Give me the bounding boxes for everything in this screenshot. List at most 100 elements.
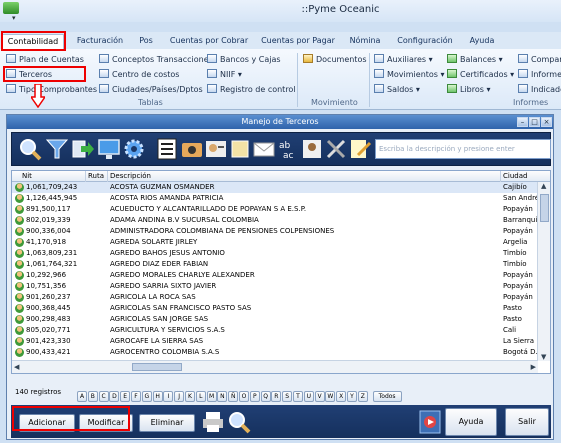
ribbon-certificados[interactable]: Certificados ▾ [447, 68, 514, 81]
letter-filter-button[interactable]: K [185, 391, 195, 402]
salir-button[interactable]: Salir [505, 408, 549, 436]
tab-pos[interactable]: Pos [133, 34, 159, 49]
export-arrow-icon[interactable] [71, 137, 95, 161]
ribbon-plan-de-cuentas[interactable]: Plan de Cuentas [6, 53, 84, 66]
letter-filter-button[interactable]: R [271, 391, 282, 402]
close-icon[interactable]: × [541, 117, 552, 127]
letter-filter-button[interactable]: L [195, 391, 206, 402]
ribbon-libros[interactable]: Libros ▾ [447, 83, 491, 96]
table-row[interactable]: 10,751,356 AGREDO SARRIA SIXTO JAVIER Popa… [12, 281, 538, 292]
ribbon-documentos[interactable]: Documentos [303, 53, 367, 66]
edit-note-icon[interactable] [348, 137, 372, 161]
ribbon-conceptos-transacciones[interactable]: Conceptos Transacciones [99, 53, 213, 66]
document-stack-icon[interactable] [228, 137, 252, 161]
letter-filter-button[interactable]: A [77, 391, 87, 402]
ribbon-registro-de-control[interactable]: Registro de control [207, 83, 296, 96]
tab-cuentas-por-pagar[interactable]: Cuentas por Pagar [258, 34, 338, 49]
quick-access-dropdown-icon[interactable]: ▾ [12, 14, 16, 22]
ribbon-ciudades[interactable]: Ciudades/Países/Dptos [99, 83, 203, 96]
table-row[interactable]: 1,061,709,243 ACOSTA GUZMAN OSMANDER Cajib… [12, 182, 538, 193]
table-row[interactable]: 900,336,004 ADMINISTRADORA COLOMBIANA DE … [12, 226, 538, 237]
column-header-ruta[interactable]: Ruta [86, 171, 108, 182]
envelope-icon[interactable] [252, 137, 276, 161]
letter-filter-button[interactable]: H [152, 391, 163, 402]
table-row[interactable]: 1,126,445,945 ACOSTA RIOS AMANDA PATRICIA… [12, 193, 538, 204]
tab-configuracion[interactable]: Configuración [393, 34, 457, 49]
column-header-ciudad[interactable]: Ciudad [501, 171, 550, 182]
column-header-nit[interactable]: Nit [12, 171, 86, 182]
spellcheck-icon[interactable]: abac [276, 137, 300, 161]
table-row[interactable]: 901,260,237 AGRICOLA LA ROCA SAS Popayán [12, 292, 538, 303]
letter-filter-button[interactable]: Ñ [228, 391, 239, 402]
ribbon-niif[interactable]: NIIF ▾ [207, 68, 242, 81]
search-input[interactable]: Escriba la descripción y presione enter [375, 139, 551, 159]
column-header-descripcion[interactable]: Descripción [108, 171, 501, 182]
ayuda-button[interactable]: Ayuda [445, 408, 497, 436]
tools-icon[interactable] [324, 137, 348, 161]
letter-filter-button[interactable]: B [87, 391, 98, 402]
letter-filter-button[interactable]: D [109, 391, 120, 402]
table-row[interactable]: 805,020,771 AGRICULTURA Y SERVICIOS S.A.S… [12, 325, 538, 336]
letter-filter-button[interactable]: U [303, 391, 314, 402]
letter-filter-button[interactable]: Y [347, 391, 357, 402]
scroll-down-icon[interactable]: ▼ [541, 353, 546, 361]
letter-filter-button[interactable]: Q [260, 391, 271, 402]
video-help-icon[interactable] [419, 410, 441, 434]
filter-icon[interactable] [45, 137, 69, 161]
letter-filter-button[interactable]: M [206, 391, 217, 402]
horizontal-scroll-thumb[interactable] [132, 363, 182, 371]
table-row[interactable]: 901,423,330 AGROCAFE LA SIERRA SAS La Sier… [12, 336, 538, 347]
letter-filter-button[interactable]: V [314, 391, 325, 402]
table-row[interactable]: 1,063,809,231 AGREDO BAHOS JESUS ANTONIO T… [12, 248, 538, 259]
ribbon-movimientos[interactable]: Movimientos ▾ [374, 68, 445, 81]
letter-filter-button[interactable]: X [336, 391, 347, 402]
table-row[interactable]: 900,433,421 AGROCENTRO COLOMBIA S.A.S Bogo… [12, 347, 538, 358]
tab-ayuda[interactable]: Ayuda [464, 34, 500, 49]
table-row[interactable]: 900,368,445 AGRICOLAS SAN FRANCISCO PASTO… [12, 303, 538, 314]
ribbon-indicado[interactable]: Indicado [518, 83, 561, 96]
monitor-icon[interactable] [97, 137, 121, 161]
letter-filter-button[interactable]: N [217, 391, 228, 402]
list-icon[interactable] [155, 137, 179, 161]
ribbon-tipo-comprobantes[interactable]: Tipo Comprobantes [6, 83, 97, 96]
ribbon-saldos[interactable]: Saldos ▾ [374, 83, 420, 96]
ribbon-compara[interactable]: Compara [518, 53, 561, 66]
tab-cuentas-por-cobrar[interactable]: Cuentas por Cobrar [168, 34, 250, 49]
table-row[interactable]: 900,298,483 AGRICOLAS SAN JORGE SAS Pasto [12, 314, 538, 325]
letter-filter-button[interactable]: I [163, 391, 174, 402]
table-row[interactable]: 1,061,764,321 AGREDO DIAZ EDER FABIAN Timb… [12, 259, 538, 270]
letter-filter-button[interactable]: O [239, 391, 249, 402]
letter-filter-button[interactable]: P [249, 391, 260, 402]
table-row[interactable]: 802,019,339 ADAMA ANDINA B.V SUCURSAL COL… [12, 215, 538, 226]
maximize-icon[interactable]: □ [529, 117, 540, 127]
table-row[interactable]: 41,170,918 AGREDA SOLARTE JIRLEY Argelia [12, 237, 538, 248]
letter-filter-button[interactable]: E [120, 391, 131, 402]
letter-filter-button[interactable]: J [174, 391, 185, 402]
vertical-scrollbar[interactable]: ▲ ▼ [537, 182, 550, 361]
tab-facturacion[interactable]: Facturación [70, 34, 130, 49]
ribbon-bancos-y-cajas[interactable]: Bancos y Cajas [207, 53, 281, 66]
scroll-right-icon[interactable]: ▶ [531, 363, 536, 371]
ribbon-centro-de-costos[interactable]: Centro de costos [99, 68, 179, 81]
magnifier-icon[interactable] [18, 137, 42, 161]
preview-magnifier-icon[interactable] [227, 410, 251, 434]
tab-nomina[interactable]: Nómina [346, 34, 384, 49]
letter-filter-button[interactable]: F [131, 391, 141, 402]
vertical-scroll-thumb[interactable] [540, 194, 549, 222]
letter-filter-button[interactable]: G [141, 391, 152, 402]
table-row[interactable]: 10,292,966 AGREDO MORALES CHARLYE ALEXAND… [12, 270, 538, 281]
letter-filter-button[interactable]: Z [357, 391, 368, 402]
letter-filter-button[interactable]: C [98, 391, 109, 402]
gear-icon[interactable] [122, 137, 146, 161]
letter-filter-button[interactable]: T [293, 391, 303, 402]
id-card-icon[interactable] [300, 137, 324, 161]
user-card-icon[interactable] [204, 137, 228, 161]
scroll-up-icon[interactable]: ▲ [541, 182, 546, 190]
scroll-left-icon[interactable]: ◀ [14, 363, 19, 371]
printer-icon[interactable] [201, 410, 225, 434]
eliminar-button[interactable]: Eliminar [139, 414, 195, 432]
letter-filter-button[interactable]: W [325, 391, 336, 402]
table-row[interactable]: 891,500,117 ACUEDUCTO Y ALCANTARILLADO DE… [12, 204, 538, 215]
horizontal-scrollbar[interactable]: ◀ ▶ [12, 360, 538, 373]
minimize-icon[interactable]: – [517, 117, 528, 127]
